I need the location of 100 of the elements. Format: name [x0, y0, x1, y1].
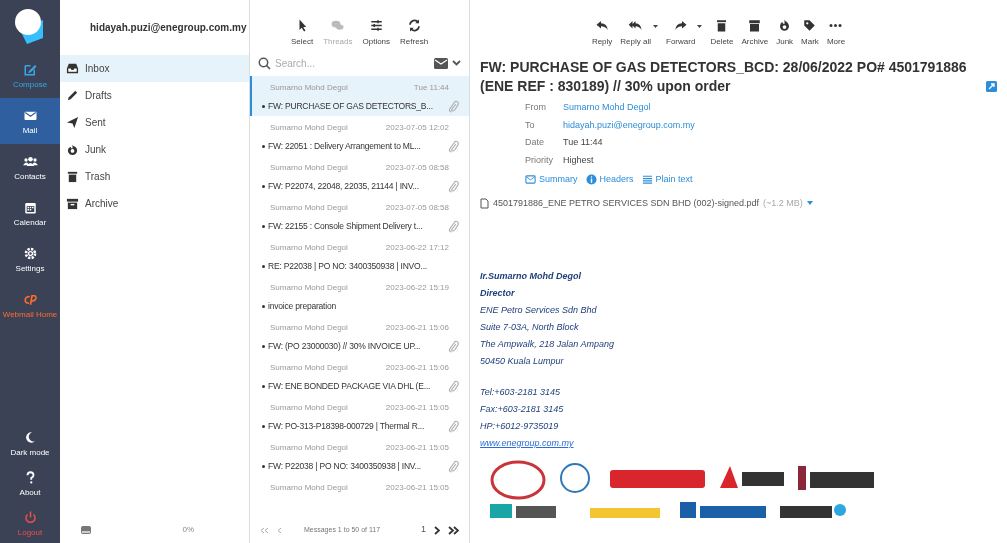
- signature-line: Suite 7-03A, North Block: [480, 321, 579, 334]
- toolbar-button[interactable]: Archive: [741, 18, 769, 46]
- toolbar-button[interactable]: Options: [362, 18, 391, 46]
- last-page-icon[interactable]: [448, 525, 459, 535]
- toolbar-button[interactable]: Mark: [801, 18, 819, 46]
- message-subject: FW: PO-313-P18398-000729 | Thermal R...: [268, 419, 426, 433]
- message-row[interactable]: Sumarno Mohd Degol 2023-06-21 15:05 FW: PO-313-P18398-000729 | Thermal R...: [250, 396, 469, 436]
- message-row[interactable]: Sumarno Mohd Degol 2023-06-21 15:06 FW: ENE BONDED PACKAGE VIA DHL (E...: [250, 356, 469, 396]
- signature-line: ENE Petro Services Sdn Bhd: [480, 304, 597, 317]
- nav-item[interactable]: Dark mode: [0, 423, 60, 463]
- message-date: 2023-06-21 15:06: [385, 362, 449, 374]
- caret-down-icon[interactable]: [806, 201, 813, 206]
- view-link[interactable]: Plain text: [641, 173, 693, 187]
- nav-item[interactable]: Webmail Home: [0, 282, 60, 328]
- inbox-icon: [66, 62, 79, 75]
- power-icon: [22, 509, 38, 525]
- sender-name: Sumarno Mohd Degol: [270, 82, 348, 94]
- header-label: To: [525, 118, 536, 132]
- message-subject: FW: ENE BONDED PACKAGE VIA DHL (E...: [268, 379, 432, 393]
- message-row[interactable]: Sumarno Mohd Degol 2023-06-22 15:19 invoice preparation: [250, 276, 469, 316]
- message-row[interactable]: Sumarno Mohd Degol 2023-07-05 08:58 FW: 22155 : Console Shipment Delivery t...: [250, 196, 469, 236]
- paperclip-icon: [448, 99, 459, 113]
- message-row[interactable]: Sumarno Mohd Degol 2023-06-21 15:06 FW: (PO 23000030) // 30% INVOICE UP...: [250, 316, 469, 356]
- message-subject: FW: (PO 23000030) // 30% INVOICE UP...: [268, 339, 422, 353]
- message-date: 2023-06-21 15:06: [385, 322, 449, 334]
- forward-arrow-icon: [673, 18, 689, 33]
- folder-item[interactable]: Trash: [60, 163, 249, 190]
- folder-item[interactable]: Archive: [60, 190, 249, 217]
- sender-name: Sumarno Mohd Degol: [270, 442, 348, 454]
- message-row[interactable]: Sumarno Mohd Degol 2023-07-05 08:58 FW: P22074, 22048, 22035, 21144 | INV...: [250, 156, 469, 196]
- message-subject: FW: PURCHASE OF GAS DETECTORS_BCD: 28/06/2022 PO# 4501791886 (ENE REF : 830189) // 30% upon order: [480, 58, 968, 96]
- signature-line: 50450 Kuala Lumpur: [480, 355, 564, 368]
- folder-item[interactable]: Junk: [60, 136, 249, 163]
- toolbar-button[interactable]: Reply: [591, 18, 613, 46]
- folder-item[interactable]: Sent: [60, 109, 249, 136]
- sender-name: Sumarno Mohd Degol: [270, 322, 348, 334]
- message-date: 2023-07-05 08:58: [385, 202, 449, 214]
- signature-line: Tel:+603-2181 3145: [480, 386, 560, 399]
- header-link[interactable]: hidayah.puzi@enegroup.com.my: [563, 118, 997, 132]
- message-row[interactable]: Sumarno Mohd Degol 2023-06-21 15:05 FW: P22038 | PO NO: 3400350938 | INV...: [250, 436, 469, 476]
- search-field[interactable]: Search...: [275, 55, 430, 71]
- nav-item[interactable]: Contacts: [0, 144, 60, 190]
- nav-item[interactable]: Mail: [0, 98, 60, 144]
- tag-icon: [802, 18, 818, 33]
- paperclip-icon: [448, 339, 459, 353]
- flame-icon: [66, 143, 79, 156]
- search-icon: [258, 56, 271, 70]
- signature-line: The Ampwalk, 218 Jalan Ampang: [480, 338, 614, 351]
- page-number: 1: [421, 523, 426, 537]
- message-row[interactable]: Sumarno Mohd Degol Tue 11:44 FW: PURCHASE OF GAS DETECTORS_B...: [250, 76, 469, 116]
- message-row[interactable]: Sumarno Mohd Degol 2023-06-22 17:12 RE: P22038 | PO NO: 3400350938 | INVO...: [250, 236, 469, 276]
- message-date: 2023-06-22 17:12: [385, 242, 449, 254]
- pencil-icon: [66, 89, 79, 102]
- storage-icon: [80, 525, 92, 535]
- toolbar-button[interactable]: Junk: [776, 18, 794, 46]
- trash-icon: [66, 170, 79, 183]
- message-date: 2023-06-21 15:05: [385, 442, 449, 454]
- header-label: Date: [525, 136, 545, 149]
- paperclip-icon: [448, 459, 459, 473]
- view-link[interactable]: Headers: [585, 173, 634, 187]
- toolbar-button[interactable]: Reply all: [620, 18, 659, 46]
- toolbar-button[interactable]: Refresh: [400, 18, 429, 46]
- message-subject: FW: P22074, 22048, 22035, 21144 | INV...: [268, 179, 420, 193]
- sender-name: Sumarno Mohd Degol: [270, 362, 348, 374]
- next-page-icon[interactable]: [434, 525, 440, 535]
- nav-item[interactable]: Compose: [0, 52, 60, 98]
- attachment-size: (~1.2 MB): [762, 196, 803, 210]
- external-link-icon[interactable]: [986, 81, 997, 92]
- message-subject: FW: PURCHASE OF GAS DETECTORS_B...: [268, 99, 434, 113]
- chevron-down-icon[interactable]: [452, 60, 461, 66]
- nav-item[interactable]: Calendar: [0, 190, 60, 236]
- folder-item[interactable]: Inbox: [60, 55, 249, 82]
- refresh-icon: [406, 18, 422, 33]
- account-name: hidayah.puzi@enegroup.com.my: [90, 21, 247, 35]
- toolbar-button[interactable]: Delete: [710, 18, 734, 46]
- sender-name: Sumarno Mohd Degol: [270, 482, 348, 494]
- message-subject: RE: P22038 | PO NO: 3400350938 | INVO...: [268, 259, 428, 273]
- attachment-name[interactable]: 4501791886_ENE PETRO SERVICES SDN BHD (002)-signed.pdf: [493, 196, 759, 210]
- envelope-icon[interactable]: [434, 57, 448, 69]
- header-link[interactable]: Sumarno Mohd Degol: [563, 101, 997, 115]
- view-link[interactable]: Summary: [525, 173, 578, 187]
- nav-item[interactable]: About: [0, 463, 60, 503]
- paperclip-icon: [448, 379, 459, 393]
- signature-line: Fax:+603-2181 3145: [480, 403, 564, 416]
- message-row[interactable]: Sumarno Mohd Degol 2023-07-05 12:02 FW: 22051 : Delivery Arrangement to ML...: [250, 116, 469, 156]
- header-label: Priority: [525, 153, 553, 167]
- folder-item[interactable]: Drafts: [60, 82, 249, 109]
- toolbar-button[interactable]: More: [826, 18, 846, 46]
- message-date: 2023-07-05 12:02: [385, 122, 449, 134]
- paperclip-icon: [448, 139, 459, 153]
- nav-item[interactable]: Settings: [0, 236, 60, 282]
- message-subject: FW: 22155 : Console Shipment Delivery t...: [268, 219, 424, 233]
- message-date: 2023-06-21 15:05: [385, 402, 449, 414]
- toolbar-button[interactable]: Select: [290, 18, 314, 46]
- toolbar-button[interactable]: Forward: [666, 18, 703, 46]
- message-subject: invoice preparation: [268, 299, 338, 313]
- dropdown-caret-icon: [653, 25, 659, 28]
- message-subject: FW: 22051 : Delivery Arrangement to ML...: [268, 139, 422, 153]
- website-link[interactable]: www.enegroup.com.my: [480, 435, 574, 452]
- sender-name: Sumarno Mohd Degol: [270, 202, 348, 214]
